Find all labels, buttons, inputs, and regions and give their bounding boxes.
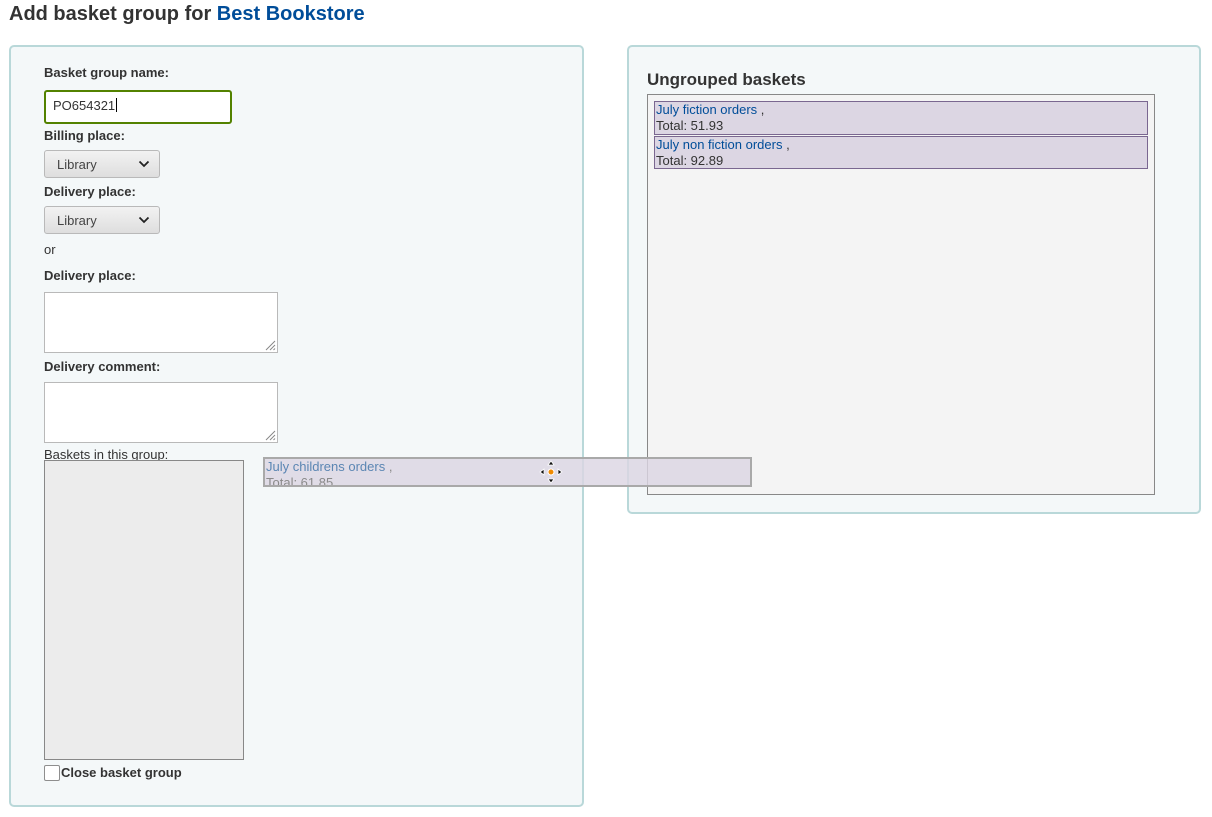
billing-place-label: Billing place: — [44, 128, 125, 143]
basket-link[interactable]: July non fiction orders — [656, 137, 782, 152]
delivery-place-label: Delivery place: — [44, 184, 136, 199]
chevron-down-icon — [138, 160, 150, 168]
billing-place-select[interactable]: Library — [44, 150, 160, 178]
or-separator: or — [44, 242, 56, 257]
ungrouped-baskets-title: Ungrouped baskets — [647, 70, 806, 89]
resize-grip-icon[interactable] — [264, 429, 276, 441]
page-title-prefix: Add basket group for — [9, 3, 212, 25]
move-cursor-icon — [539, 460, 563, 484]
basket-item[interactable]: July non fiction orders , Total: 92.89 — [654, 136, 1148, 169]
basket-item[interactable]: July fiction orders , Total: 51.93 — [654, 101, 1148, 135]
chevron-down-icon — [138, 216, 150, 224]
basket-group-form: Basket group name: PO654321 Billing plac… — [9, 45, 584, 807]
ungrouped-baskets-list[interactable]: July fiction orders , Total: 51.93 July … — [647, 94, 1155, 495]
delivery-comment-label: Delivery comment: — [44, 359, 161, 374]
baskets-in-group-dropzone[interactable] — [44, 460, 244, 760]
delivery-place-select[interactable]: Library — [44, 206, 160, 234]
basket-group-name-input[interactable]: PO654321 — [44, 90, 232, 124]
basket-separator: , — [782, 137, 790, 152]
vendor-link[interactable]: Best Bookstore — [217, 3, 365, 25]
basket-separator: , — [757, 102, 765, 117]
delivery-place-selected-value: Library — [57, 213, 97, 228]
delivery-comment-textarea[interactable] — [44, 382, 278, 443]
ungrouped-baskets-panel: Ungrouped baskets July fiction orders , … — [627, 45, 1201, 514]
page-title: Add basket group for Best Bookstore — [9, 3, 365, 26]
basket-total: Total: 92.89 — [656, 153, 724, 168]
text-caret — [116, 98, 118, 112]
basket-group-name-label: Basket group name: — [44, 65, 169, 80]
basket-group-name-value: PO654321 — [53, 98, 116, 113]
close-basket-group-checkbox[interactable] — [44, 765, 60, 781]
resize-grip-icon[interactable] — [264, 339, 276, 351]
dragged-basket-link[interactable]: July childrens orders — [266, 459, 385, 474]
dragged-basket-separator: , — [385, 459, 393, 474]
basket-total: Total: 51.93 — [656, 118, 724, 133]
dragged-basket-item[interactable]: July childrens orders , Total: 61.85 — [263, 457, 752, 487]
dragged-basket-total: Total: 61.85 — [266, 475, 334, 487]
close-basket-group-label[interactable]: Close basket group — [61, 765, 182, 780]
delivery-place-freetext-label: Delivery place: — [44, 268, 136, 283]
billing-place-selected-value: Library — [57, 157, 97, 172]
basket-link[interactable]: July fiction orders — [656, 102, 757, 117]
delivery-place-textarea[interactable] — [44, 292, 278, 353]
